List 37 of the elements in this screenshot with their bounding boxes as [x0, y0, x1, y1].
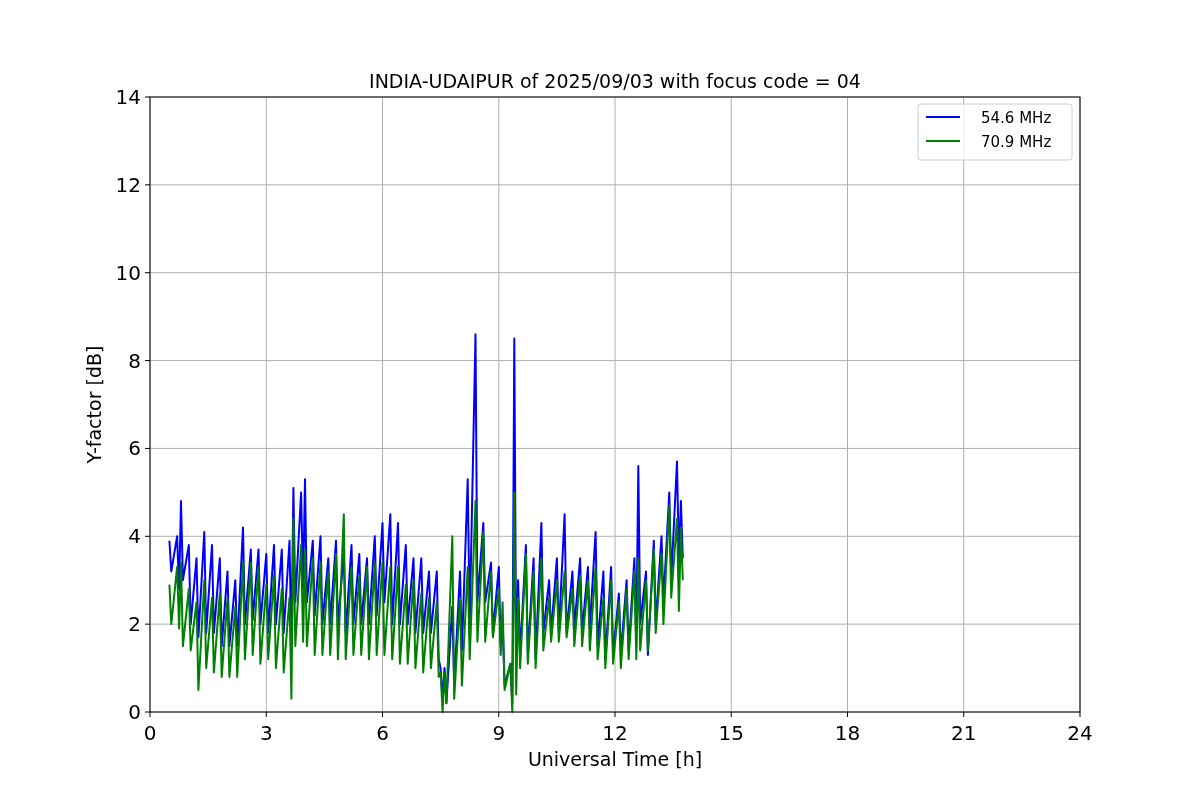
tick-label: 3 [259, 721, 273, 745]
tick-label: 6 [128, 436, 141, 461]
tick-label: 18 [834, 721, 861, 745]
tick-mark [847, 711, 848, 718]
tick-label: 21 [951, 721, 977, 745]
tick-mark [144, 447, 151, 449]
tick-mark [498, 711, 500, 718]
y-axis-label: Y-factor [dB] [83, 345, 105, 464]
tick-label: 6 [376, 721, 389, 745]
tick-label: 10 [115, 260, 141, 285]
legend-label: 70.9 MHz [981, 133, 1052, 151]
legend-label: 54.6 MHz [981, 109, 1052, 127]
chart-title: INDIA-UDAIPUR of 2025/09/03 with focus code = 04 [369, 70, 861, 92]
tick-mark [1079, 711, 1081, 718]
tick-mark [144, 623, 151, 625]
tick-label: 2 [128, 612, 141, 637]
tick-mark [144, 272, 151, 274]
tick-mark [144, 360, 151, 362]
tick-mark [144, 535, 151, 537]
tick-label: 15 [718, 721, 744, 745]
tick-mark [963, 711, 965, 718]
tick-mark [265, 711, 267, 718]
tick-label: 4 [128, 524, 141, 549]
tick-label: 0 [143, 721, 157, 745]
tick-mark [144, 96, 151, 98]
x-axis-label: Universal Time [h] [527, 748, 703, 770]
tick-label: 24 [1067, 721, 1093, 745]
tick-label: 14 [115, 85, 141, 109]
tick-mark [382, 711, 383, 718]
tick-label: 9 [492, 721, 506, 745]
tick-label: 12 [602, 721, 628, 745]
tick-mark [730, 711, 732, 718]
tick-label: 0 [128, 700, 141, 724]
tick-mark [144, 184, 151, 186]
tick-mark [614, 711, 616, 718]
tick-label: 12 [115, 172, 141, 197]
tick-label: 8 [128, 348, 141, 373]
